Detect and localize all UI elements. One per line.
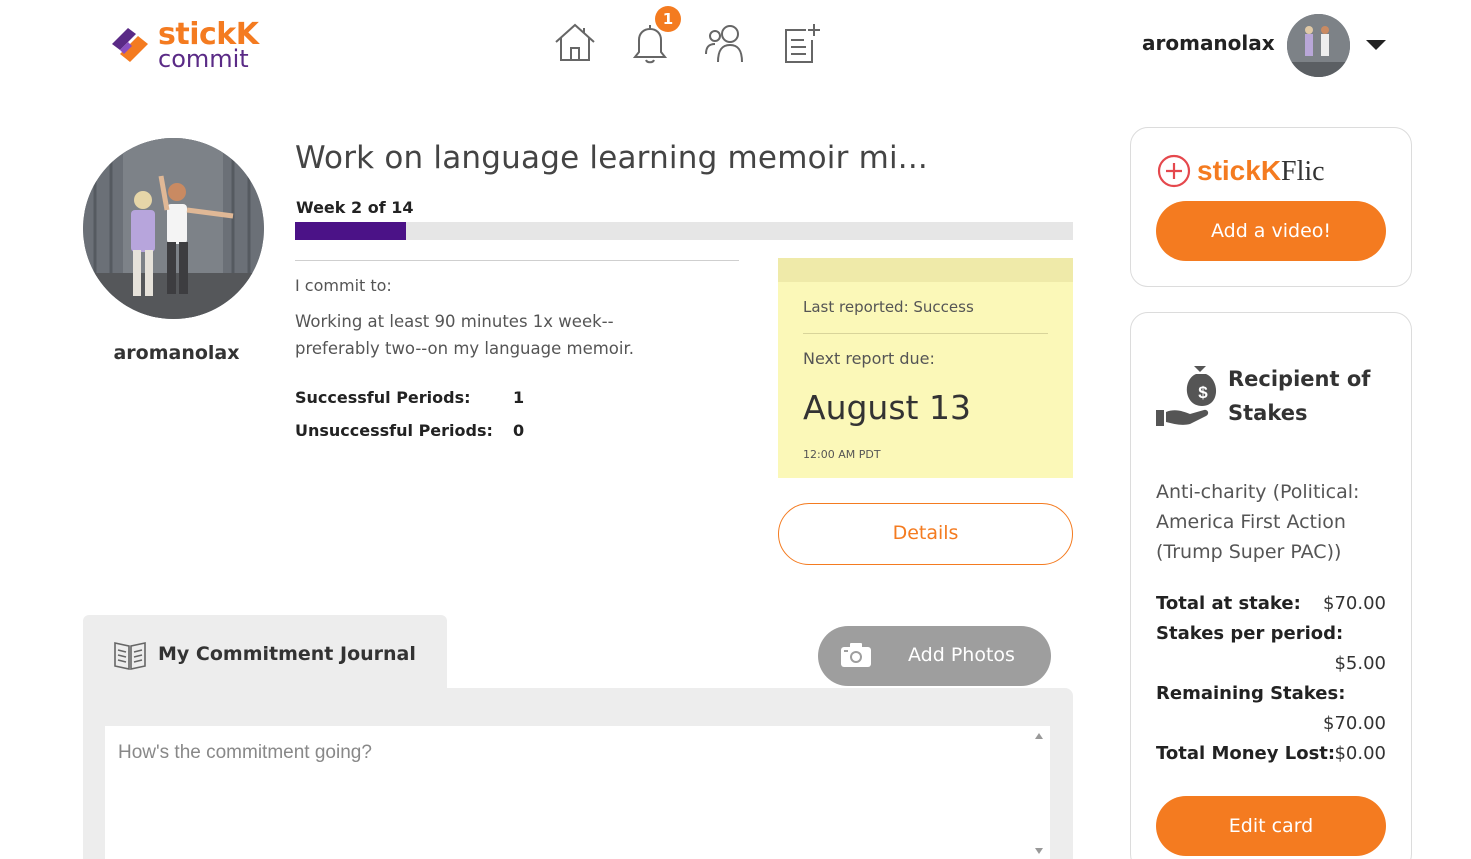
week-progress-bar — [295, 222, 1073, 240]
money-bag-hand-icon: $ — [1156, 366, 1217, 426]
people-icon[interactable] — [702, 20, 748, 66]
profile-photo — [83, 138, 264, 319]
commit-text: Working at least 90 minutes 1x week--pre… — [295, 312, 634, 358]
add-photos-label: Add Photos — [908, 644, 1015, 666]
total-at-stake-row: Total at stake: $70.00 — [1156, 593, 1386, 623]
stakes-title: Recipient of Stakes — [1228, 367, 1371, 425]
total-at-stake-label: Total at stake: — [1156, 593, 1301, 614]
next-report-label: Next report due: — [803, 349, 935, 368]
stakes-per-period-value-row: $5.00 — [1156, 653, 1386, 683]
remaining-stakes-value: $70.00 — [1323, 713, 1386, 734]
week-progress-fill — [295, 222, 407, 240]
camera-icon — [841, 643, 871, 667]
edit-card-button[interactable]: Edit card — [1156, 796, 1386, 856]
user-menu-caret[interactable] — [1366, 40, 1386, 50]
journal-tab-label: My Commitment Journal — [158, 643, 416, 665]
total-at-stake-value: $70.00 — [1323, 593, 1386, 614]
stakes-per-period-label: Stakes per period: — [1156, 623, 1344, 644]
journal-input[interactable] — [105, 726, 1050, 859]
stickk-logo[interactable]: stickK commit — [106, 20, 266, 74]
next-report-date: August 13 — [803, 388, 971, 427]
plus-circle-icon — [1157, 154, 1191, 188]
scroll-up-arrow-icon[interactable] — [1035, 733, 1043, 739]
unsuccessful-periods-label: Unsuccessful Periods: — [295, 421, 493, 440]
remaining-stakes-row: Remaining Stakes: — [1156, 683, 1386, 713]
stakes-recipient: Anti-charity (Political: America First A… — [1156, 481, 1360, 563]
notification-badge: 1 — [655, 6, 681, 32]
remaining-stakes-value-row: $70.00 — [1156, 713, 1386, 743]
last-reported: Last reported: Success — [803, 298, 974, 316]
commit-label: I commit to: — [295, 276, 392, 295]
logo-mark-icon — [112, 28, 148, 62]
week-label: Week 2 of 14 — [296, 198, 414, 217]
book-icon — [114, 642, 146, 670]
user-avatar[interactable] — [1287, 14, 1350, 77]
journal-tab[interactable]: My Commitment Journal — [83, 615, 447, 695]
scroll-down-arrow-icon[interactable] — [1035, 848, 1043, 854]
successful-periods-value: 1 — [513, 388, 525, 407]
total-money-lost-row: Total Money Lost: $0.00 — [1156, 743, 1386, 773]
stakes-per-period-row: Stakes per period: — [1156, 623, 1386, 653]
remaining-stakes-label: Remaining Stakes: — [1156, 683, 1346, 704]
unsuccessful-periods-value: 0 — [513, 421, 525, 440]
profile-username[interactable]: aromanolax — [83, 342, 270, 364]
divider — [295, 260, 739, 261]
stakes-per-period-value: $5.00 — [1334, 653, 1386, 674]
svg-text:$: $ — [1198, 383, 1208, 402]
details-button[interactable]: Details — [778, 503, 1073, 565]
successful-periods-label: Successful Periods: — [295, 388, 471, 407]
total-money-lost-label: Total Money Lost: — [1156, 743, 1336, 764]
header-username[interactable]: aromanolax — [1142, 31, 1275, 55]
new-commitment-icon[interactable] — [778, 20, 824, 66]
logo-text-commit: commit — [158, 45, 249, 73]
total-money-lost-value: $0.00 — [1334, 743, 1386, 764]
add-photos-button[interactable]: Add Photos — [818, 626, 1051, 686]
commitment-title: Work on language learning memoir mi... — [295, 140, 928, 176]
add-video-button[interactable]: Add a video! — [1156, 201, 1386, 261]
stickk-flic-title: stickKFlic — [1197, 155, 1325, 187]
home-icon[interactable] — [552, 20, 598, 66]
report-card: Last reported: Success Next report due: … — [778, 258, 1073, 478]
next-report-time: 12:00 AM PDT — [803, 448, 881, 461]
